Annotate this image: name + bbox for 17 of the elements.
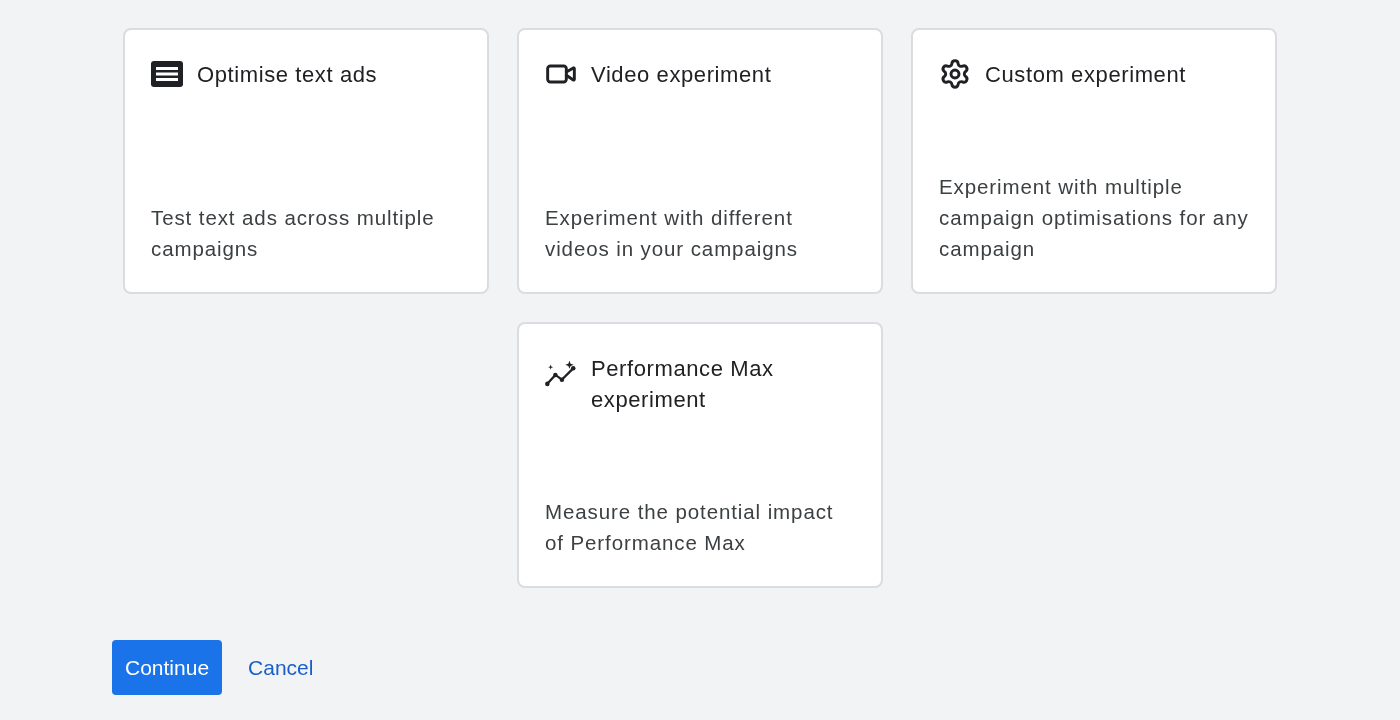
card-description: Measure the potential impact of Performance Max bbox=[545, 499, 835, 556]
experiment-card[interactable]: Custom experiment Experiment with multiple campaign optimisations for any campaign bbox=[911, 28, 1277, 294]
card-description: Experiment with multiple campaign optimisations for any campaign bbox=[939, 174, 1249, 262]
continue-button[interactable]: Continue bbox=[112, 640, 223, 695]
card-description: Test text ads across multiple campaigns bbox=[151, 205, 436, 262]
text-ad-icon bbox=[151, 61, 183, 87]
card-title: Performance Max experiment bbox=[591, 355, 775, 414]
card-description: Experiment with different videos in your campaigns bbox=[545, 205, 799, 262]
card-title: Video experiment bbox=[591, 61, 772, 89]
sparkle-line-chart-icon bbox=[545, 360, 577, 388]
experiment-card[interactable]: Video experiment Experiment with different videos in your campaigns bbox=[517, 28, 883, 294]
settings-icon bbox=[939, 57, 971, 91]
experiment-card[interactable]: Performance Max experiment Measure the potential impact of Performance Max bbox=[517, 322, 883, 588]
experiment-card[interactable]: Optimise text ads Test text ads across multiple campaigns bbox=[123, 28, 489, 294]
card-title: Optimise text ads bbox=[197, 61, 378, 89]
card-title: Custom experiment bbox=[985, 61, 1186, 89]
cancel-button[interactable]: Cancel bbox=[248, 655, 314, 680]
